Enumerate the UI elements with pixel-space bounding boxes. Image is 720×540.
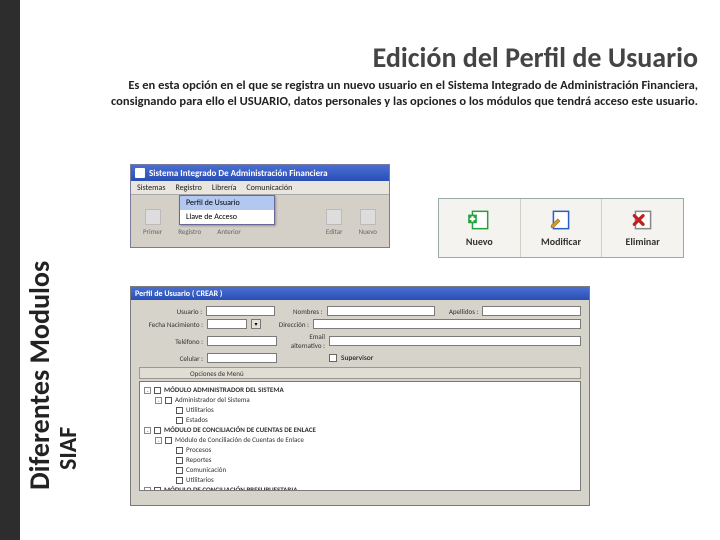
tree-node[interactable]: Utilitarios <box>144 405 576 415</box>
side-subtitle: SIAF <box>54 427 83 470</box>
label-usuario: Usuario : <box>139 307 202 316</box>
side-title: Diferentes Modulos <box>22 261 57 490</box>
input-celular[interactable] <box>207 353 277 363</box>
label-email: Email alternativo : <box>281 332 325 350</box>
page-title: Edición del Perfil de Usuario <box>373 40 698 75</box>
expand-icon[interactable]: - <box>155 397 162 404</box>
app-icon <box>135 168 145 178</box>
tree-label: Utilitarios <box>186 405 214 415</box>
app-titlebar: Sistema Integrado De Administración Fina… <box>131 165 389 181</box>
input-fecha-nac[interactable] <box>207 319 247 329</box>
menu-libreria[interactable]: Librería <box>212 183 237 193</box>
perfil-usuario-window: Perfil de Usuario ( CREAR ) Usuario : No… <box>130 286 590 506</box>
module-tree[interactable]: -MÓDULO ADMINISTRADOR DEL SISTEMA-Admini… <box>139 381 581 491</box>
tree-checkbox[interactable] <box>176 417 183 424</box>
submenu-registro: Perfil de Usuario Llave de Acceso <box>179 195 275 225</box>
tree-node[interactable]: Procesos <box>144 445 576 455</box>
expand-icon[interactable]: - <box>144 387 151 394</box>
tool-nuevo[interactable]: Nuevo <box>359 209 377 236</box>
expand-icon[interactable]: - <box>144 427 151 434</box>
edit-document-icon <box>548 209 574 231</box>
menu-sistemas[interactable]: Sistemas <box>137 183 165 193</box>
menu-comunicacion[interactable]: Comunicación <box>246 183 292 193</box>
label-celular: Celular : <box>139 354 203 363</box>
input-apellidos[interactable] <box>482 306 581 316</box>
app-window: Sistema Integrado De Administración Fina… <box>130 164 390 248</box>
plus-document-icon <box>466 209 492 231</box>
app-title-text: Sistema Integrado De Administración Fina… <box>149 168 328 179</box>
tool-primer[interactable]: Primer <box>143 209 162 236</box>
tree-label: MÓDULO DE CONCILIACIÓN DE CUENTAS DE ENL… <box>164 425 316 435</box>
label-apellidos: Apellidos : <box>439 307 478 316</box>
tree-label: MÓDULO DE CONCILIACIÓN PRESUPUESTARIA <box>164 485 297 491</box>
tree-node[interactable]: - MÓDULO DE CONCILIACIÓN DE CUENTAS DE EN… <box>144 425 576 435</box>
tree-node[interactable]: - Administrador del Sistema <box>144 395 576 405</box>
label-nombres: Nombres : <box>279 307 322 316</box>
tree-label: Administrador del Sistema <box>175 395 250 405</box>
input-nombres[interactable] <box>327 306 435 316</box>
tree-checkbox[interactable] <box>165 437 172 444</box>
input-telefono[interactable] <box>207 336 277 346</box>
date-picker-icon[interactable]: ▾ <box>251 319 261 329</box>
expand-icon[interactable]: - <box>144 487 151 492</box>
input-direccion[interactable] <box>313 319 581 329</box>
tree-checkbox[interactable] <box>176 467 183 474</box>
tree-checkbox[interactable] <box>176 477 183 484</box>
page-description: Es en esta opción en el que se registra … <box>110 78 698 111</box>
side-stripe <box>0 0 20 540</box>
action-bar: Nuevo Modificar Eliminar <box>438 198 684 258</box>
submenu-perfil-usuario[interactable]: Perfil de Usuario <box>180 196 274 210</box>
opciones-menu-header: Opciones de Menú <box>139 367 581 379</box>
label-telefono: Teléfono : <box>139 337 203 346</box>
delete-document-icon <box>630 209 656 231</box>
menu-registro[interactable]: Registro <box>175 183 201 193</box>
tree-node[interactable]: - Módulo de Conciliación de Cuentas de En… <box>144 435 576 445</box>
tool-editar[interactable]: Editar <box>326 209 343 236</box>
tree-checkbox[interactable] <box>176 407 183 414</box>
tree-label: MÓDULO ADMINISTRADOR DEL SISTEMA <box>164 385 284 395</box>
expand-icon[interactable]: - <box>155 437 162 444</box>
tree-node[interactable]: - MÓDULO DE CONCILIACIÓN PRESUPUESTARIA <box>144 485 576 491</box>
tree-label: Reportes <box>186 455 211 465</box>
checkbox-supervisor[interactable] <box>329 354 337 362</box>
label-fecha-nac: Fecha Nacimiento : <box>139 320 203 329</box>
app-menubar[interactable]: Sistemas Registro Librería Comunicación <box>131 181 389 195</box>
tree-checkbox[interactable] <box>176 457 183 464</box>
tree-label: Módulo de Conciliación de Cuentas de Enl… <box>175 435 304 445</box>
tree-checkbox[interactable] <box>176 447 183 454</box>
nuevo-label: Nuevo <box>466 235 493 248</box>
modificar-label: Modificar <box>541 235 581 248</box>
tree-node[interactable]: Comunicación <box>144 465 576 475</box>
perfil-titlebar: Perfil de Usuario ( CREAR ) <box>131 287 589 300</box>
tree-node[interactable]: Estados <box>144 415 576 425</box>
eliminar-button[interactable]: Eliminar <box>602 199 683 257</box>
tree-checkbox[interactable] <box>154 427 161 434</box>
tree-label: Procesos <box>186 445 211 455</box>
tree-node[interactable]: - MÓDULO ADMINISTRADOR DEL SISTEMA <box>144 385 576 395</box>
tree-checkbox[interactable] <box>154 387 161 394</box>
input-email[interactable] <box>329 336 581 346</box>
nuevo-button[interactable]: Nuevo <box>439 199 521 257</box>
tree-node[interactable]: Reportes <box>144 455 576 465</box>
tree-checkbox[interactable] <box>165 397 172 404</box>
label-direccion: Dirección : <box>265 320 309 329</box>
tree-label: Comunicación <box>186 465 226 475</box>
input-usuario[interactable] <box>206 306 275 316</box>
eliminar-label: Eliminar <box>626 235 660 248</box>
tree-checkbox[interactable] <box>154 487 161 492</box>
tree-label: Utilitarios <box>186 475 214 485</box>
modificar-button[interactable]: Modificar <box>521 199 603 257</box>
label-supervisor: Supervisor <box>341 354 373 363</box>
submenu-llave-acceso[interactable]: Llave de Acceso <box>180 210 274 224</box>
tree-node[interactable]: Utilitarios <box>144 475 576 485</box>
tree-label: Estados <box>186 415 208 425</box>
